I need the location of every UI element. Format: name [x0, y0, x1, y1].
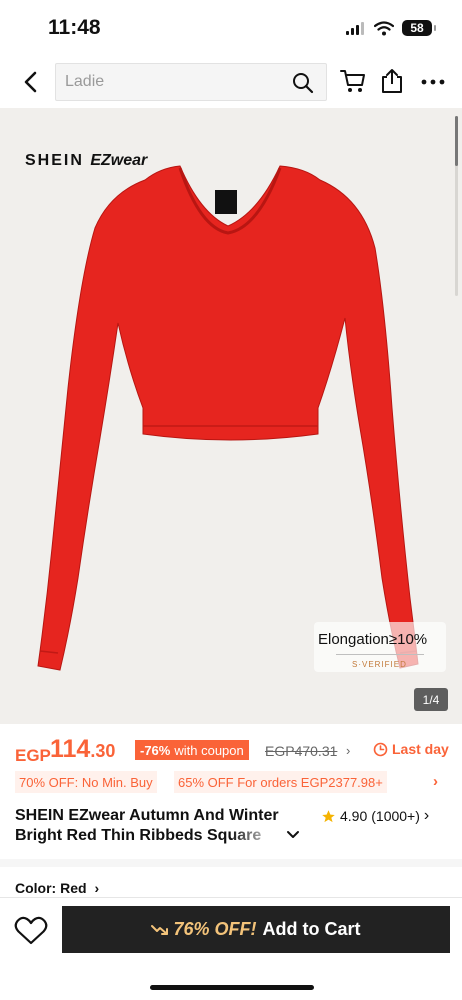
battery-level: 58	[410, 21, 424, 35]
chevron-right-icon: ›	[94, 880, 100, 896]
product-title-line2[interactable]: Bright Red Thin Ribbeds Square	[15, 827, 261, 845]
title-fade	[230, 826, 280, 848]
product-image[interactable]: SHEIN EZwear Elongation≥10% S·VERIFIED 1…	[0, 108, 462, 724]
back-arrow-icon	[24, 71, 37, 93]
search-input[interactable]: Ladie	[55, 63, 327, 101]
trend-down-icon	[151, 924, 169, 935]
search-placeholder: Ladie	[65, 73, 105, 90]
discount-percent: -76%	[140, 742, 171, 758]
chevron-right-icon: ›	[423, 807, 430, 824]
badge-divider	[336, 654, 424, 655]
discount-badge: -76% with coupon	[135, 740, 249, 760]
more-options-icon[interactable]	[420, 70, 446, 94]
rating[interactable]: 4.90 (1000+) ›	[321, 807, 429, 825]
back-button[interactable]	[16, 68, 44, 96]
nav-bar: Ladie	[0, 58, 462, 106]
share-icon[interactable]	[380, 68, 404, 94]
battery-icon: 58	[402, 20, 436, 36]
coupon-text: with coupon	[174, 742, 244, 758]
color-selector[interactable]: Color: Red ›	[15, 880, 99, 896]
cart-icon[interactable]	[340, 69, 366, 93]
price-row: EGP 114.30 -76% with coupon EGP470.31 › …	[15, 735, 455, 769]
chevron-right-icon[interactable]: ›	[433, 773, 438, 790]
signal-icon	[346, 22, 364, 35]
chevron-right-icon[interactable]: ›	[346, 743, 350, 758]
promo-tag[interactable]: 65% OFF For orders EGP2377.98+	[174, 771, 387, 793]
wifi-icon	[374, 20, 394, 35]
original-price[interactable]: EGP470.31	[265, 743, 337, 759]
elongation-badge: Elongation≥10% S·VERIFIED	[314, 622, 446, 672]
cart-promo-text: 76% OFF!	[173, 919, 257, 939]
price-value: 114.30	[50, 735, 115, 764]
promo-tag[interactable]: 70% OFF: No Min. Buy	[15, 771, 157, 793]
rating-value: 4.90	[340, 808, 368, 824]
price-cents: .30	[90, 741, 116, 761]
status-icons: 58	[346, 20, 436, 36]
elongation-text: Elongation≥10%	[318, 631, 428, 648]
product-title[interactable]: SHEIN EZwear Autumn And Winter	[15, 807, 279, 825]
price-currency: EGP	[15, 746, 51, 765]
status-bar: 11:48 58	[0, 0, 462, 58]
search-icon[interactable]	[292, 72, 314, 94]
chevron-down-icon[interactable]	[286, 830, 300, 840]
color-label: Color: Red	[15, 880, 87, 896]
verified-text: S·VERIFIED	[352, 660, 407, 669]
heart-icon[interactable]	[14, 916, 48, 946]
add-to-cart-button[interactable]: 76% OFF! Add to Cart	[62, 906, 450, 953]
review-count: (1000+)	[371, 808, 420, 824]
last-day-countdown[interactable]: Last day	[373, 741, 449, 757]
last-day-text: Last day	[392, 741, 449, 757]
section-divider	[0, 859, 462, 867]
home-indicator	[150, 985, 314, 990]
add-to-cart-label: Add to Cart	[262, 919, 361, 939]
clock-icon	[373, 742, 388, 756]
promo-row[interactable]: 70% OFF: No Min. Buy 65% OFF For orders …	[15, 771, 455, 793]
bottom-action-bar: 76% OFF! Add to Cart	[0, 897, 462, 1000]
price-whole: 114	[50, 735, 91, 763]
star-icon	[322, 809, 335, 822]
cart-promo: 76% OFF!	[151, 919, 257, 940]
status-time: 11:48	[48, 16, 101, 39]
image-page-indicator: 1/4	[414, 688, 448, 711]
